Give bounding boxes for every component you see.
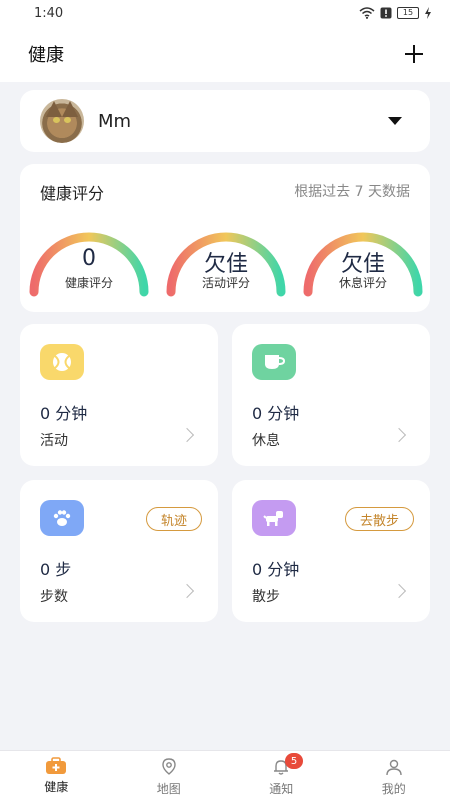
tab-label: 地图 <box>156 782 181 796</box>
medical-kit-icon <box>46 757 67 774</box>
status-bar: 1:40 15 <box>0 0 450 26</box>
status-icons: 15 <box>359 7 432 19</box>
tab-profile[interactable]: 我的 <box>338 751 450 800</box>
tab-label: 健康 <box>44 780 69 794</box>
add-button[interactable] <box>402 42 426 66</box>
gauge-label: 休息评分 <box>338 276 387 290</box>
cup-icon <box>252 344 296 380</box>
pet-name: Mm <box>98 110 132 132</box>
chevron-right-icon[interactable] <box>179 583 195 599</box>
chevron-right-icon[interactable] <box>179 427 195 443</box>
tennis-ball-icon <box>40 344 84 380</box>
gauge-activity: 欠佳 活动评分 <box>163 220 289 300</box>
chevron-right-icon[interactable] <box>391 583 407 599</box>
gauge-rest: 欠佳 休息评分 <box>300 220 426 300</box>
activity-tile[interactable]: 0 分钟 活动 <box>20 324 218 466</box>
rest-tile[interactable]: 0 分钟 休息 <box>232 324 430 466</box>
chevron-right-icon[interactable] <box>391 427 407 443</box>
paw-icon <box>40 500 84 536</box>
alert-icon <box>380 7 392 19</box>
dropdown-arrow-icon[interactable] <box>388 117 402 125</box>
pet-selector[interactable]: Mm <box>20 90 430 152</box>
tab-map[interactable]: 地图 <box>113 751 226 800</box>
tab-notifications[interactable]: 5 通知 <box>225 751 338 800</box>
notification-badge: 5 <box>285 753 303 769</box>
steps-value: 0 步 <box>40 560 72 579</box>
gauge-label: 活动评分 <box>201 276 250 290</box>
score-title: 健康评分 <box>40 184 105 203</box>
tab-label: 我的 <box>381 782 406 796</box>
battery-icon: 15 <box>397 7 419 19</box>
walk-tile[interactable]: 去散步 0 分钟 散步 <box>232 480 430 622</box>
tab-health[interactable]: 健康 <box>0 751 113 800</box>
dog-icon <box>252 500 296 536</box>
score-subtitle: 根据过去 7 天数据 <box>294 184 410 200</box>
rest-value: 0 分钟 <box>252 404 300 423</box>
pet-avatar <box>40 99 84 143</box>
go-walk-button[interactable]: 去散步 <box>344 507 414 531</box>
activity-label: 活动 <box>40 433 68 449</box>
page-title: 健康 <box>28 45 64 66</box>
walk-label: 散步 <box>252 589 280 605</box>
activity-value: 0 分钟 <box>40 404 88 423</box>
bottom-tab-bar: 健康 地图 5 通知 我的 <box>0 750 450 800</box>
track-button[interactable]: 轨迹 <box>145 507 202 531</box>
gauge-value: 0 <box>82 246 96 271</box>
gauge-label: 健康评分 <box>64 276 113 290</box>
wifi-icon <box>359 7 375 19</box>
health-score-card: 健康评分 根据过去 7 天数据 0 健康评分 欠佳 活动评分 欠佳 休息评分 <box>20 164 430 312</box>
tab-label: 通知 <box>269 782 294 796</box>
rest-label: 休息 <box>252 433 280 449</box>
walk-value: 0 分钟 <box>252 560 300 579</box>
charging-icon <box>425 7 431 19</box>
steps-tile[interactable]: 轨迹 0 步 步数 <box>20 480 218 622</box>
gauge-health: 0 健康评分 <box>26 220 152 300</box>
steps-label: 步数 <box>40 589 68 605</box>
app-header: 健康 <box>0 26 450 82</box>
status-time: 1:40 <box>34 5 64 21</box>
map-pin-icon <box>162 758 176 775</box>
person-icon <box>386 759 402 776</box>
